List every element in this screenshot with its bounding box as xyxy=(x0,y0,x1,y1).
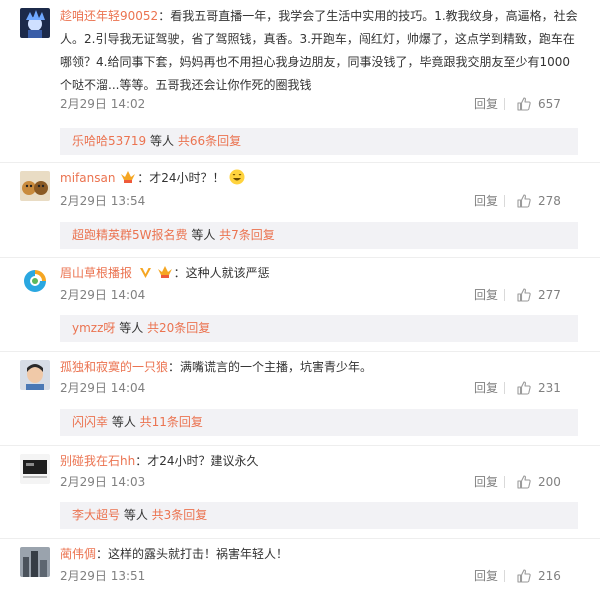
more-replies-mid: 等人 xyxy=(108,415,140,429)
reply-button[interactable]: 回复 xyxy=(474,94,498,114)
more-replies-mid: 等人 xyxy=(187,228,220,242)
comment-date: 2月29日 13:54 xyxy=(60,194,146,208)
separator xyxy=(504,195,505,207)
comment-meta: 2月29日 14:04 回复 277 xyxy=(60,285,578,305)
avatar[interactable] xyxy=(20,266,50,296)
comment-text: 眉山草根播报 ：这种人就该严惩 xyxy=(60,262,578,285)
reply-count-link[interactable]: 共11条回复 xyxy=(140,415,203,429)
like-count: 200 xyxy=(538,475,561,489)
like-count: 657 xyxy=(538,97,561,111)
reply-count-link[interactable]: 共7条回复 xyxy=(219,228,275,242)
comment-date: 2月29日 14:04 xyxy=(60,381,146,395)
like-count: 278 xyxy=(538,194,561,208)
like-button[interactable]: 231 xyxy=(504,378,578,398)
avatar[interactable] xyxy=(20,360,50,390)
reply-author[interactable]: ymzz呀 xyxy=(72,321,115,335)
like-button[interactable]: 657 xyxy=(504,94,578,114)
comment-text: 别碰我在石hh：才24小时？建议永久 xyxy=(60,450,578,473)
comment-text: mifansan ：才24小时？！ xyxy=(60,167,578,190)
comment-body: ：才24小时？建议永久 xyxy=(135,454,259,468)
avatar[interactable] xyxy=(20,547,50,577)
more-replies-mid: 等人 xyxy=(115,321,148,335)
comment-meta: 2月29日 14:04 回复 231 xyxy=(60,378,578,398)
comment-author[interactable]: 蔺伟倜 xyxy=(60,547,96,561)
comment-meta: 2月29日 13:54 回复 278 xyxy=(60,191,578,211)
like-count: 216 xyxy=(538,569,561,583)
separator xyxy=(504,289,505,301)
comment-body: ：这样的露头就打击！祸害年轻人！ xyxy=(96,547,289,561)
comment-date: 2月29日 14:03 xyxy=(60,475,146,489)
comment-date: 2月29日 14:04 xyxy=(60,288,146,302)
laugh-emoji-icon xyxy=(229,169,245,185)
reply-button[interactable]: 回复 xyxy=(474,472,498,492)
reply-author[interactable]: 闪闪幸 xyxy=(72,415,108,429)
reply-count-link[interactable]: 共66条回复 xyxy=(178,134,241,148)
like-count: 231 xyxy=(538,381,561,395)
comment-meta: 2月29日 14:03 回复 200 xyxy=(60,472,578,492)
thumbs-up-icon xyxy=(517,569,531,583)
like-button[interactable]: 278 xyxy=(504,191,578,211)
like-count: 277 xyxy=(538,288,561,302)
comment-text: 孤独和寂寞的一只狼：满嘴谎言的一个主播，坑害青少年。 xyxy=(60,356,578,379)
thumbs-up-icon xyxy=(517,97,531,111)
divider xyxy=(0,257,600,258)
reply-count-link[interactable]: 共3条回复 xyxy=(152,508,208,522)
reply-button[interactable]: 回复 xyxy=(474,285,498,305)
reply-button[interactable]: 回复 xyxy=(474,566,498,586)
member-crown-icon xyxy=(121,171,136,183)
comment-text: 趁咱还年轻90052：看我五哥直播一年，我学会了生活中实用的技巧。1.教我纹身，… xyxy=(60,9,578,92)
comment-author[interactable]: 孤独和寂寞的一只狼 xyxy=(60,360,168,374)
verified-v-icon xyxy=(139,268,151,278)
more-replies-bar[interactable]: 乐哈哈53719 等人 共66条回复 xyxy=(60,128,578,155)
more-replies-mid: 等人 xyxy=(120,508,152,522)
reply-author[interactable]: 乐哈哈53719 xyxy=(72,134,146,148)
more-replies-bar[interactable]: 李大超号 等人 共3条回复 xyxy=(60,502,578,529)
reply-button[interactable]: 回复 xyxy=(474,378,498,398)
like-button[interactable]: 200 xyxy=(504,472,578,492)
like-button[interactable]: 216 xyxy=(504,566,578,586)
more-replies-bar[interactable]: 超跑精英群5W报名费 等人 共7条回复 xyxy=(60,222,578,249)
divider xyxy=(0,445,600,446)
comment-date: 2月29日 14:02 xyxy=(60,97,146,111)
reply-author[interactable]: 超跑精英群5W报名费 xyxy=(72,228,188,242)
member-crown-icon xyxy=(157,266,172,278)
more-replies-bar[interactable]: ymzz呀 等人 共20条回复 xyxy=(60,315,578,342)
reply-button[interactable]: 回复 xyxy=(474,191,498,211)
comment-author[interactable]: 别碰我在石hh xyxy=(60,454,135,468)
avatar[interactable] xyxy=(20,8,50,38)
more-replies-bar[interactable]: 闪闪幸 等人 共11条回复 xyxy=(60,409,578,436)
comment-body: ：满嘴谎言的一个主播，坑害青少年。 xyxy=(168,360,373,374)
separator xyxy=(504,476,505,488)
separator xyxy=(504,98,505,110)
avatar[interactable] xyxy=(20,171,50,201)
comment-meta: 2月29日 13:51 回复 216 xyxy=(60,566,578,586)
separator xyxy=(504,382,505,394)
thumbs-up-icon xyxy=(517,194,531,208)
comment-author[interactable]: 眉山草根播报 xyxy=(60,266,132,280)
comment-body: ：才24小时？！ xyxy=(137,171,225,185)
like-button[interactable]: 277 xyxy=(504,285,578,305)
comment-author[interactable]: 趁咱还年轻90052 xyxy=(60,9,158,23)
separator xyxy=(504,570,505,582)
comment-author[interactable]: mifansan xyxy=(60,171,115,185)
comment-body: ：这种人就该严惩 xyxy=(173,266,270,280)
reply-count-link[interactable]: 共20条回复 xyxy=(147,321,210,335)
thumbs-up-icon xyxy=(517,288,531,302)
divider xyxy=(0,351,600,352)
thumbs-up-icon xyxy=(517,381,531,395)
reply-author[interactable]: 李大超号 xyxy=(72,508,120,522)
comment-meta: 2月29日 14:02 回复 657 xyxy=(60,94,578,114)
comment-date: 2月29日 13:51 xyxy=(60,569,146,583)
avatar[interactable] xyxy=(20,454,50,484)
divider xyxy=(0,162,600,163)
thumbs-up-icon xyxy=(517,475,531,489)
divider xyxy=(0,538,600,539)
more-replies-mid: 等人 xyxy=(146,134,178,148)
comment-text: 蔺伟倜：这样的露头就打击！祸害年轻人！ xyxy=(60,543,578,566)
